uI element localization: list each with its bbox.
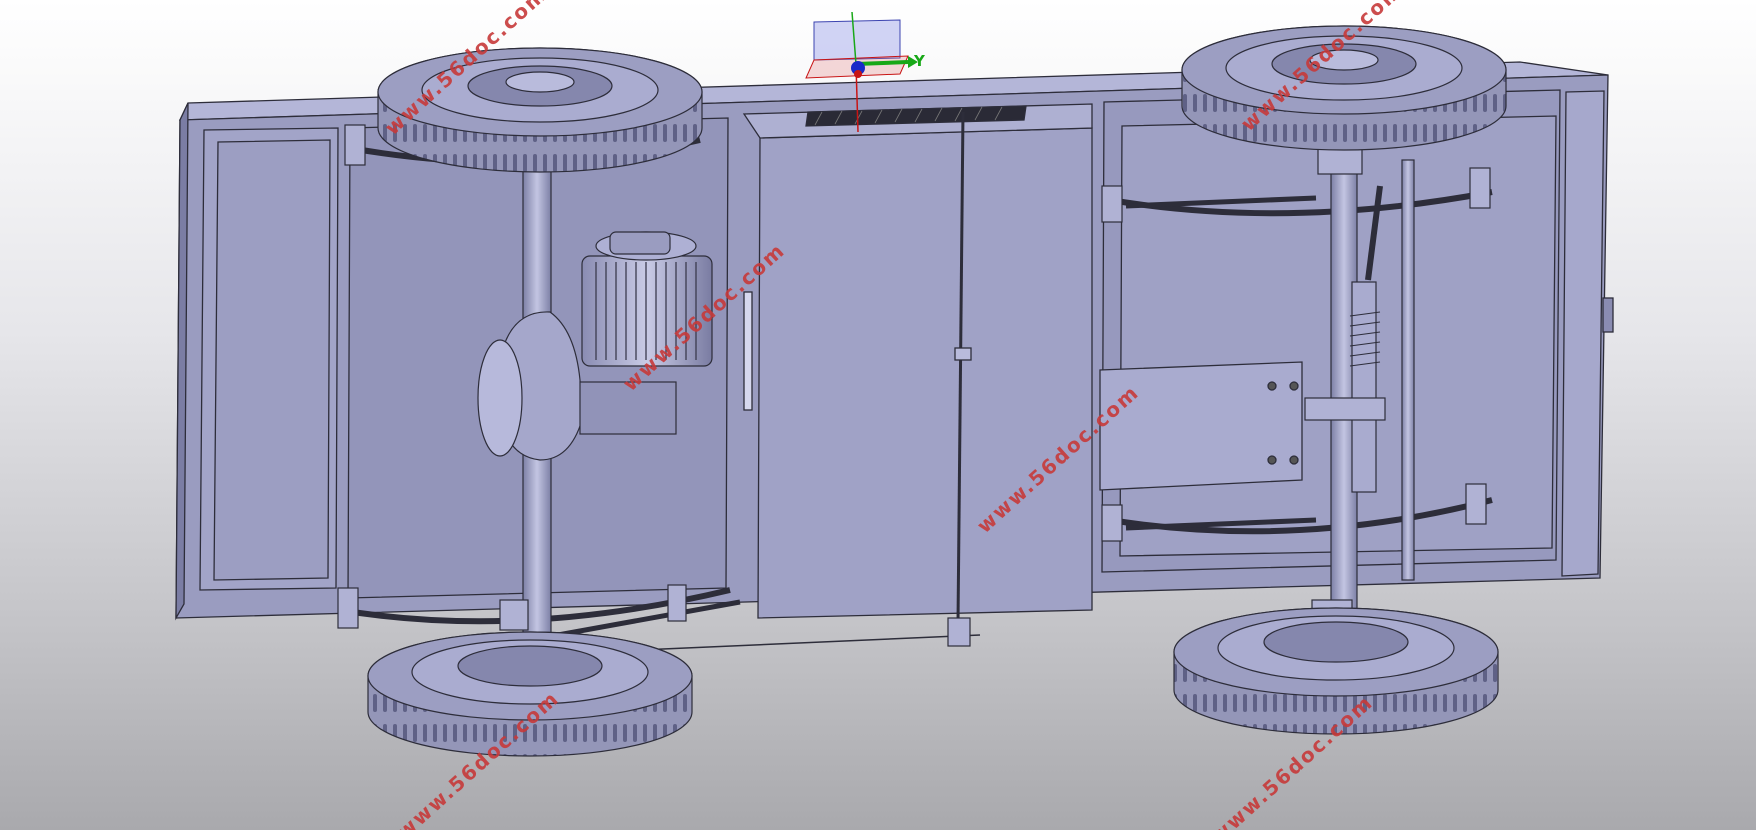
compass-xy-plane	[813, 19, 901, 61]
3d-viewport[interactable]: Y www.56doc.com www.56doc.com www.56doc.…	[0, 0, 1756, 830]
middle-cabin-panel	[757, 127, 1093, 619]
vehicle-chassis-model[interactable]	[0, 0, 1756, 830]
battery-box	[1099, 361, 1303, 491]
compass-y-label: Y	[914, 52, 925, 70]
rear-bottom-wheel	[367, 631, 693, 757]
side-slot	[743, 291, 753, 411]
coil-spring	[1349, 281, 1381, 493]
compass-y-axis	[855, 60, 909, 66]
front-end-panel	[1561, 90, 1605, 577]
